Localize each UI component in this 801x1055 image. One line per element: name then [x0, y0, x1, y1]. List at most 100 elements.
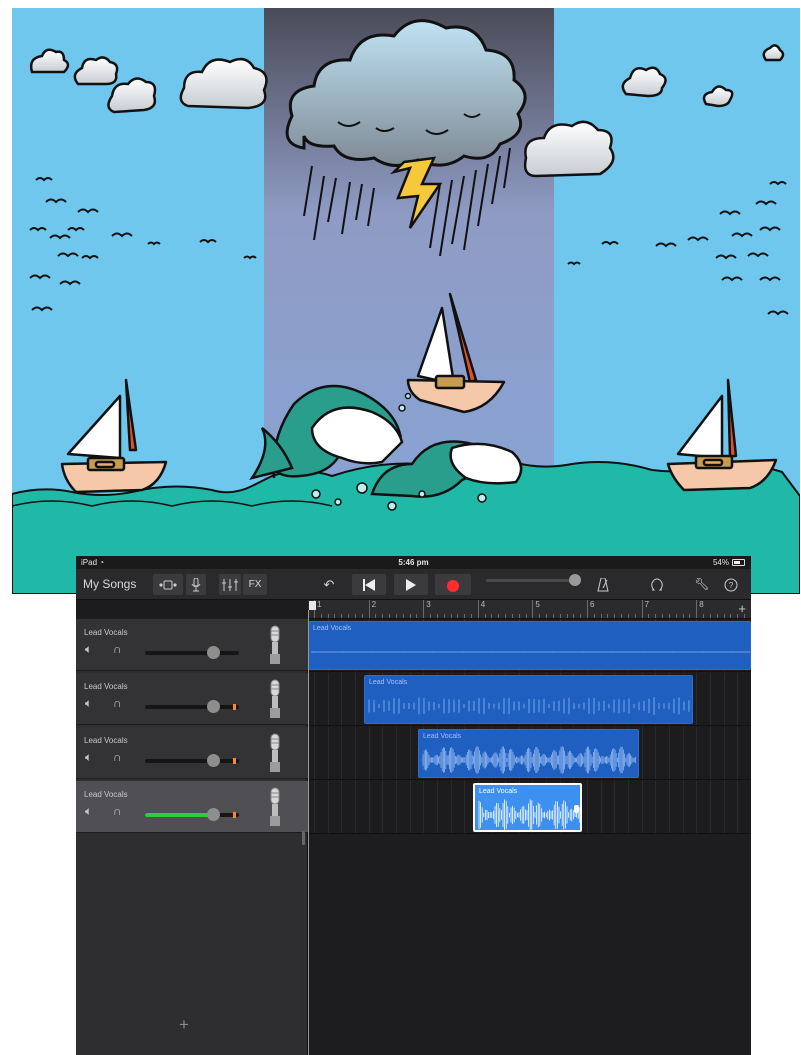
track-volume-knob[interactable] [206, 646, 220, 659]
mute-speaker-icon[interactable]: 🔈︎ [85, 696, 92, 711]
grid-line [382, 727, 384, 779]
audio-region[interactable]: Lead Vocals [473, 783, 582, 832]
grid-line [737, 781, 739, 833]
microphone-button[interactable] [186, 574, 206, 595]
headphones-solo-icon[interactable]: ∩ [113, 804, 122, 818]
playhead-handle[interactable] [309, 601, 316, 610]
storm-illustration [12, 8, 800, 594]
grid-line [368, 781, 370, 833]
track-lane[interactable]: Lead Vocals [308, 781, 751, 834]
track-header[interactable]: Lead Vocals 🔈︎ ∩ [76, 727, 308, 779]
track-volume-slider[interactable] [145, 705, 239, 709]
ruler-tick [402, 614, 404, 618]
track-lane[interactable]: Lead Vocals [308, 619, 751, 672]
ruler-tick [532, 600, 534, 618]
track-volume-slider[interactable] [145, 813, 239, 817]
track-volume-slider[interactable] [145, 759, 239, 763]
grid-line [655, 727, 657, 779]
ruler-tick [552, 614, 554, 618]
mute-speaker-icon[interactable]: 🔈︎ [85, 804, 92, 819]
fx-button[interactable]: FX [243, 574, 267, 595]
microphone-instrument-icon [270, 625, 280, 664]
ruler-tick [641, 600, 643, 618]
play-button[interactable] [394, 574, 428, 595]
ruler-tick [655, 614, 657, 618]
svg-text:?: ? [729, 581, 734, 590]
ruler-tick [546, 614, 548, 618]
metronome-button[interactable] [595, 574, 611, 595]
ruler-tick [668, 614, 670, 618]
mute-speaker-icon[interactable]: 🔈︎ [85, 750, 92, 765]
audio-region[interactable]: Lead Vocals [308, 621, 751, 670]
master-volume-track[interactable] [486, 579, 574, 582]
ruler-tick [491, 614, 493, 618]
track-volume-knob[interactable] [206, 808, 220, 821]
ruler-tick [470, 614, 472, 618]
track-lane[interactable]: Lead Vocals [308, 727, 751, 780]
track-header[interactable]: Lead Vocals 🔈︎ ∩ [76, 619, 308, 671]
ruler-tick [662, 614, 664, 618]
ruler-tick [689, 614, 691, 618]
mute-speaker-icon[interactable]: 🔈︎ [85, 642, 92, 657]
level-meter [233, 704, 236, 710]
ruler-tick [703, 614, 705, 618]
headphones-solo-icon[interactable]: ∩ [113, 642, 122, 656]
track-volume-knob[interactable] [206, 700, 220, 713]
my-songs-button[interactable]: My Songs [83, 574, 136, 595]
undo-button[interactable]: ↶ [321, 574, 337, 595]
track-header[interactable]: Lead Vocals 🔈︎ ∩ [76, 781, 308, 833]
ruler-tick [361, 614, 363, 618]
rewind-button[interactable] [352, 574, 386, 595]
ruler-tick [498, 614, 500, 618]
headphones-solo-icon[interactable]: ∩ [113, 750, 122, 764]
settings-button[interactable]: 🔧︎ [694, 574, 710, 595]
grid-line [655, 781, 657, 833]
ruler-tick [450, 614, 452, 618]
grid-line [682, 727, 684, 779]
microphone-icon [191, 577, 201, 592]
ruler-tick [327, 614, 329, 618]
grid-line [668, 781, 670, 833]
scroll-indicator[interactable] [302, 831, 305, 845]
microphone-instrument-icon [270, 787, 280, 826]
track-volume-slider[interactable] [145, 651, 239, 655]
grid-line [737, 727, 739, 779]
track-volume-knob[interactable] [206, 754, 220, 767]
grid-line [368, 727, 370, 779]
timeline-ruler[interactable]: + 12345678 [308, 600, 751, 619]
ruler-bar-number: 4 [480, 600, 486, 609]
ruler-tick [511, 614, 513, 618]
ruler-bar-number: 3 [426, 600, 431, 609]
waveform [311, 651, 750, 653]
track-lane[interactable]: Lead Vocals [308, 673, 751, 726]
track-header[interactable]: Lead Vocals 🔈︎ ∩ [76, 673, 308, 725]
ruler-bar-number: 5 [535, 600, 540, 609]
region-trim-handle[interactable] [574, 805, 579, 813]
ruler-tick [375, 614, 377, 618]
add-track-button[interactable]: + [179, 1015, 189, 1035]
status-bar: iPad ◔ 5:46 pm 54% [76, 556, 751, 569]
ruler-tick [621, 614, 623, 618]
ruler-bar-number: 6 [590, 600, 595, 609]
grid-line [696, 673, 698, 725]
headphones-solo-icon[interactable]: ∩ [113, 696, 122, 710]
ruler-tick [627, 614, 629, 618]
loop-icon [651, 578, 663, 591]
help-button[interactable]: ? [722, 574, 740, 595]
grid-line [450, 781, 452, 833]
grid-line [627, 781, 629, 833]
garageband-app: iPad ◔ 5:46 pm 54% My Songs FX ↶ 🔧︎ ? + … [76, 556, 751, 1055]
ruler-tick [505, 614, 507, 618]
mixer-button[interactable] [219, 574, 241, 595]
grid-line [409, 727, 411, 779]
audio-region[interactable]: Lead Vocals [364, 675, 693, 724]
ruler-bar-number: 1 [317, 600, 322, 609]
level-meter [233, 812, 236, 818]
master-volume-knob[interactable] [569, 574, 581, 586]
loop-browser-button[interactable] [649, 574, 665, 595]
audio-region[interactable]: Lead Vocals [418, 729, 639, 778]
browser-button[interactable] [153, 574, 183, 595]
grid-line [409, 781, 411, 833]
status-time: 5:46 pm [398, 558, 429, 567]
ruler-tick [320, 614, 322, 618]
